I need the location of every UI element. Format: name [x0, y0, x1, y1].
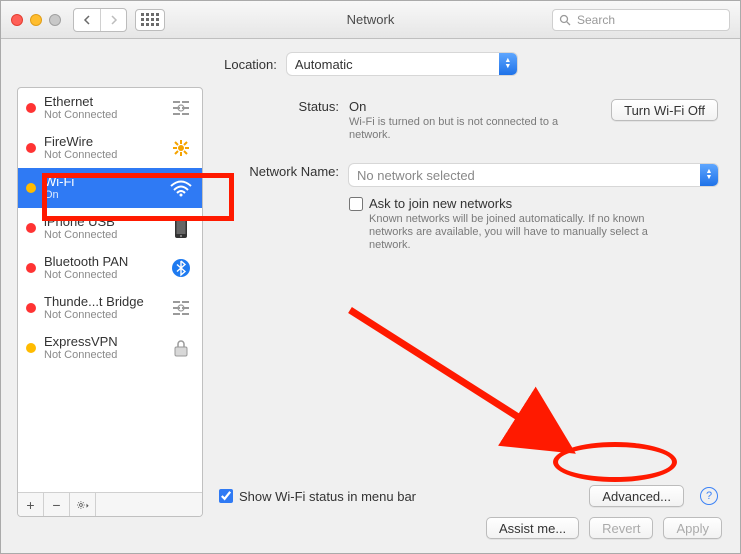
location-popup[interactable]: Automatic ▲▼ [287, 53, 517, 75]
advanced-button[interactable]: Advanced... [589, 485, 684, 507]
show-all-button[interactable] [135, 9, 165, 31]
interface-labels: EthernetNot Connected [44, 95, 160, 121]
status-label: Status: [219, 99, 349, 142]
show-status-checkbox[interactable]: Show Wi-Fi status in menu bar [219, 489, 416, 504]
interface-name: Ethernet [44, 95, 160, 109]
titlebar: Network [1, 1, 740, 39]
interface-status: Not Connected [44, 309, 160, 321]
interface-labels: iPhone USBNot Connected [44, 215, 160, 241]
assist-me-button[interactable]: Assist me... [486, 517, 579, 539]
status-value: On [349, 99, 366, 114]
ask-to-join-checkbox[interactable]: Ask to join new networks [349, 196, 718, 211]
status-dot-icon [26, 143, 36, 153]
stepper-icon: ▲▼ [700, 164, 718, 186]
status-dot-icon [26, 263, 36, 273]
firewire-icon [168, 137, 194, 159]
status-dot-icon [26, 183, 36, 193]
interface-item[interactable]: Bluetooth PANNot Connected [18, 248, 202, 288]
forward-button[interactable] [100, 9, 126, 31]
interfaces-list[interactable]: EthernetNot ConnectedFireWireNot Connect… [18, 88, 202, 492]
minimize-button[interactable] [30, 14, 42, 26]
interface-name: FireWire [44, 135, 160, 149]
phone-icon [168, 217, 194, 239]
ask-to-join-description: Known networks will be joined automatica… [369, 213, 669, 252]
search-icon [559, 14, 571, 26]
status-dot-icon [26, 303, 36, 313]
grid-icon [141, 13, 159, 26]
interface-name: iPhone USB [44, 215, 160, 229]
interface-labels: ExpressVPNNot Connected [44, 335, 160, 361]
network-name-label: Network Name: [219, 164, 349, 252]
detail-bottom-bar: Show Wi-Fi status in menu bar Advanced..… [219, 475, 718, 517]
interface-item[interactable]: iPhone USBNot Connected [18, 208, 202, 248]
interface-item[interactable]: Thunde...t BridgeNot Connected [18, 288, 202, 328]
list-toolbar: + − [18, 492, 202, 516]
network-name-row: Network Name: No network selected ▲▼ Ask… [219, 164, 718, 252]
interface-name: Bluetooth PAN [44, 255, 160, 269]
interface-status: Not Connected [44, 109, 160, 121]
ethernet-icon [168, 297, 194, 319]
interface-labels: Bluetooth PANNot Connected [44, 255, 160, 281]
location-value: Automatic [287, 57, 499, 72]
interface-status: Not Connected [44, 269, 160, 281]
preferences-window: Network Location: Automatic ▲▼ EthernetN… [0, 0, 741, 554]
interface-item[interactable]: EthernetNot Connected [18, 88, 202, 128]
interface-item[interactable]: Wi-FiOn [18, 168, 202, 208]
interface-status: On [44, 189, 160, 201]
interface-name: Thunde...t Bridge [44, 295, 160, 309]
add-interface-button[interactable]: + [18, 493, 44, 516]
close-button[interactable] [11, 14, 23, 26]
detail-panel: Status: On Wi-Fi is turned on but is not… [213, 87, 724, 517]
network-name-value: No network selected [349, 168, 700, 183]
revert-button[interactable]: Revert [589, 517, 653, 539]
status-dot-icon [26, 343, 36, 353]
apply-button[interactable]: Apply [663, 517, 722, 539]
stepper-icon: ▲▼ [499, 53, 517, 75]
location-label: Location: [224, 57, 277, 72]
remove-interface-button[interactable]: − [44, 493, 70, 516]
search-field[interactable] [552, 9, 730, 31]
window-title: Network [347, 12, 395, 27]
footer: Assist me... Revert Apply [1, 517, 740, 553]
bluetooth-icon [168, 257, 194, 279]
status-dot-icon [26, 223, 36, 233]
interface-labels: Thunde...t BridgeNot Connected [44, 295, 160, 321]
interfaces-panel: EthernetNot ConnectedFireWireNot Connect… [17, 87, 203, 517]
interface-actions-button[interactable] [70, 493, 96, 516]
back-forward-group [73, 8, 127, 32]
status-row: Status: On Wi-Fi is turned on but is not… [219, 99, 718, 142]
wifi-icon [168, 177, 194, 199]
status-description: Wi-Fi is turned on but is not connected … [349, 116, 601, 142]
toggle-wifi-button[interactable]: Turn Wi-Fi Off [611, 99, 718, 121]
show-status-label: Show Wi-Fi status in menu bar [239, 489, 416, 504]
interface-status: Not Connected [44, 229, 160, 241]
interface-labels: Wi-FiOn [44, 175, 160, 201]
interface-name: ExpressVPN [44, 335, 160, 349]
location-row: Location: Automatic ▲▼ [1, 39, 740, 87]
back-button[interactable] [74, 9, 100, 31]
status-dot-icon [26, 103, 36, 113]
show-status-input[interactable] [219, 489, 233, 503]
ask-to-join-label: Ask to join new networks [369, 196, 512, 211]
network-name-popup[interactable]: No network selected ▲▼ [349, 164, 718, 186]
interface-item[interactable]: FireWireNot Connected [18, 128, 202, 168]
interface-status: Not Connected [44, 149, 160, 161]
interface-item[interactable]: ExpressVPNNot Connected [18, 328, 202, 368]
lock-icon [168, 337, 194, 359]
interface-labels: FireWireNot Connected [44, 135, 160, 161]
help-button[interactable]: ? [700, 487, 718, 505]
zoom-button[interactable] [49, 14, 61, 26]
interface-status: Not Connected [44, 349, 160, 361]
interface-name: Wi-Fi [44, 175, 160, 189]
window-controls [11, 14, 61, 26]
search-input[interactable] [577, 13, 723, 27]
ethernet-icon [168, 97, 194, 119]
main-content: EthernetNot ConnectedFireWireNot Connect… [1, 87, 740, 517]
ask-to-join-input[interactable] [349, 197, 363, 211]
